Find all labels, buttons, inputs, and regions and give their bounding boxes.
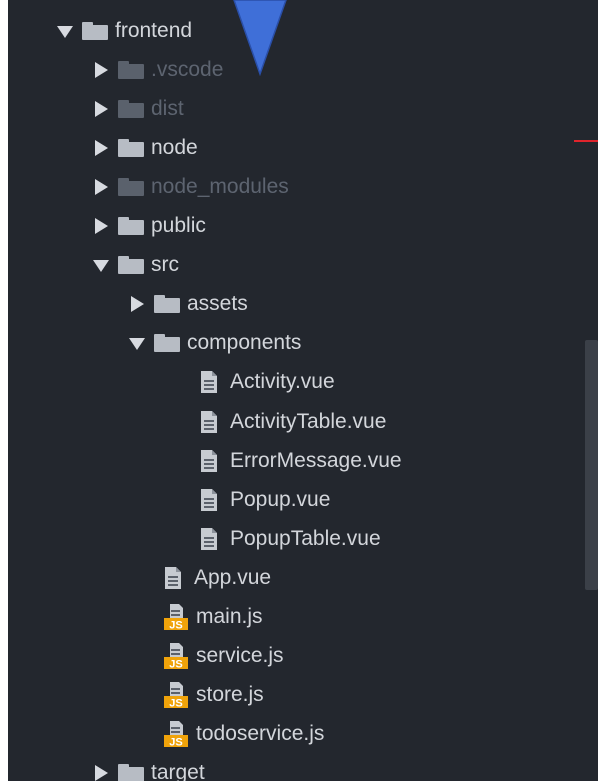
js-badge-label: JS [169, 659, 182, 670]
tree-item-label: ActivityTable.vue [230, 409, 387, 433]
tree-item-dist[interactable]: dist [92, 89, 184, 128]
file-icon [200, 410, 218, 434]
js-file-icon: JS [164, 721, 188, 749]
folder-icon [118, 764, 144, 781]
triangle-right-icon[interactable] [92, 178, 118, 196]
triangle-down-icon[interactable] [92, 256, 118, 274]
tree-item-label: components [187, 331, 302, 355]
tree-item-label: main.js [196, 605, 263, 628]
tree-item-frontend[interactable]: frontend [56, 11, 192, 50]
file-explorer-panel: frontend .vscode dist node node_modulespubli… [8, 0, 598, 781]
file-icon [200, 488, 218, 512]
triangle-down-icon[interactable] [128, 334, 154, 352]
tree-item-label: PopupTable.vue [230, 526, 381, 550]
triangle-down-icon[interactable] [56, 22, 82, 40]
js-badge-label: JS [169, 698, 182, 709]
file-icon [200, 370, 218, 394]
tree-item-label: frontend [115, 18, 193, 42]
js-file-icon: JS [164, 604, 188, 632]
folder-icon [154, 295, 180, 314]
tree-item-node-modules[interactable]: node_modules [92, 167, 289, 206]
js-badge-label: JS [169, 620, 182, 631]
tree-item-label: node [151, 135, 198, 159]
tree-item-app-vue[interactable]: App.vue [164, 558, 271, 597]
tree-item-service-js[interactable]: JS service.js [164, 637, 284, 676]
js-file-icon: JS [164, 643, 188, 671]
tree-item-popup-vue[interactable]: Popup.vue [200, 480, 330, 519]
tree-item-label: node_modules [151, 174, 289, 198]
folder-icon [118, 217, 144, 235]
triangle-right-icon[interactable] [92, 217, 118, 235]
js-file-icon: JS [164, 682, 188, 710]
tree-item-todoservice-js[interactable]: JS todoservice.js [164, 715, 324, 754]
pointer-arrow-icon [233, 0, 287, 76]
file-icon [200, 449, 218, 473]
tree-item-main-js[interactable]: JS main.js [164, 598, 263, 637]
tree-item-popuptable-vue[interactable]: PopupTable.vue [200, 519, 381, 558]
tree-item-assets[interactable]: assets [128, 285, 248, 324]
js-badge-label: JS [169, 737, 182, 748]
tree-item-label: ErrorMessage.vue [230, 448, 402, 472]
tree-item-label: src [151, 253, 179, 277]
scrollbar[interactable] [585, 340, 598, 590]
tree-item-activitytable-vue[interactable]: ActivityTable.vue [200, 402, 386, 441]
folder-icon [118, 256, 144, 275]
tree-item-label: todoservice.js [196, 722, 325, 746]
tree-item-vscode[interactable]: .vscode [92, 50, 223, 89]
tree-item-label: .vscode [151, 57, 224, 81]
tree-item-target[interactable]: target [92, 754, 205, 781]
tree-item-label: Popup.vue [230, 487, 331, 511]
tree-item-errormessage-vue[interactable]: ErrorMessage.vue [200, 441, 402, 480]
tree-item-label: public [151, 214, 206, 237]
triangle-right-icon[interactable] [92, 100, 118, 118]
tree-item-label: App.vue [194, 565, 272, 589]
tree-item-label: assets [187, 292, 248, 316]
tree-item-label: service.js [196, 644, 284, 668]
triangle-right-icon[interactable] [92, 764, 118, 781]
triangle-right-icon[interactable] [92, 139, 118, 157]
tree-item-node[interactable]: node [92, 128, 198, 167]
tree-item-activity-vue[interactable]: Activity.vue [200, 363, 335, 402]
folder-icon [154, 334, 180, 353]
folder-icon [118, 60, 144, 79]
folder-icon [118, 177, 144, 196]
tree-item-store-js[interactable]: JS store.js [164, 676, 264, 715]
error-marker [574, 140, 598, 142]
tree-item-src[interactable]: src [92, 246, 179, 285]
folder-icon [118, 99, 144, 118]
file-icon [164, 566, 182, 590]
tree-item-components[interactable]: components [128, 324, 301, 363]
file-icon [200, 527, 218, 551]
tree-item-public[interactable]: public [92, 207, 206, 246]
triangle-right-icon[interactable] [128, 295, 154, 313]
tree-item-label: store.js [196, 683, 264, 707]
tree-item-label: Activity.vue [230, 370, 335, 394]
folder-icon [118, 138, 144, 157]
folder-icon [82, 21, 108, 40]
tree-item-label: target [151, 761, 205, 781]
triangle-right-icon[interactable] [92, 61, 118, 79]
tree-item-label: dist [151, 96, 184, 120]
